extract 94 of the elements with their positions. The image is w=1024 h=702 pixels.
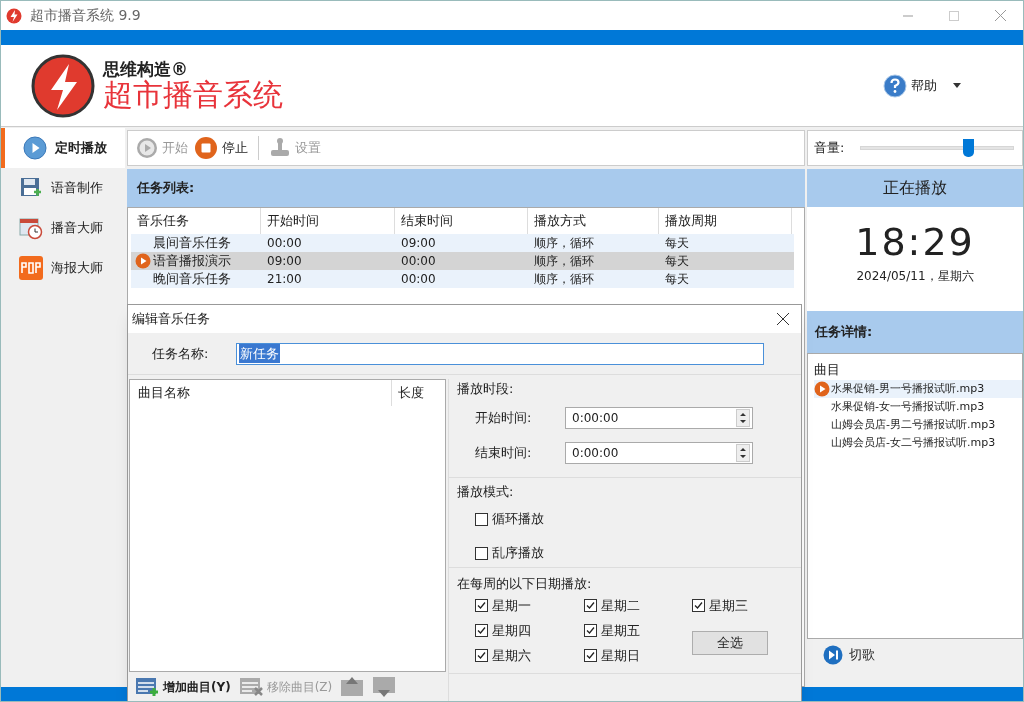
table-cell-text: 顺序，循环 <box>533 235 595 252</box>
pop-badge-icon <box>19 256 43 280</box>
task-details-header: 任务详情: <box>807 311 1023 353</box>
table-cell-text: 顺序，循环 <box>533 253 595 270</box>
calendar-clock-icon <box>19 216 43 240</box>
play-circle-icon <box>136 137 158 159</box>
slider-thumb[interactable] <box>963 139 975 157</box>
table-cell-text: 晨间音乐任务 <box>152 234 232 253</box>
table-cell-text: 00:00 <box>400 253 437 270</box>
spinner-arrows-icon <box>736 408 750 427</box>
now-playing-header: 正在播放 <box>807 169 1023 207</box>
volume-label: 音量: <box>814 139 845 158</box>
checkbox[interactable] <box>692 599 706 612</box>
checkbox-label: 乱序播放 <box>492 544 544 563</box>
task-list-header: 任务列表: <box>127 169 805 207</box>
checkbox-label: 星期一 <box>492 596 531 615</box>
brand-name: 思维构造® <box>103 61 189 78</box>
field-label: 结束时间: <box>475 443 533 462</box>
table-cell-text: 每天 <box>664 253 690 270</box>
window-title: 超市播音系统 9.9 <box>30 6 141 25</box>
table-cell-text: 每天 <box>664 271 690 288</box>
select-all-button[interactable]: 全选 <box>692 631 769 655</box>
checkbox[interactable] <box>583 624 597 637</box>
close-button[interactable] <box>775 311 791 327</box>
skip-icon <box>823 645 843 665</box>
play-circle-icon <box>23 136 47 160</box>
column-header: 曲目名称 <box>130 380 392 406</box>
table-cell-text: 顺序，循环 <box>533 271 595 288</box>
task-row[interactable]: 晨间音乐任务 00:00 09:00 顺序，循环 每天 <box>131 234 794 252</box>
app-logo-icon <box>6 7 22 24</box>
clock-time: 18:29 <box>855 223 975 261</box>
maximize-icon <box>949 10 959 21</box>
table-cell: 语音播报演示 <box>131 251 261 271</box>
checkbox-label: 星期五 <box>600 621 640 640</box>
close-icon <box>994 10 1006 21</box>
list-remove-icon <box>238 677 265 698</box>
close-icon <box>777 313 789 325</box>
checkbox[interactable] <box>475 624 488 637</box>
move-up-icon <box>340 676 365 699</box>
section-title: 播放时段: <box>457 380 515 398</box>
table-cell-text: 00:00 <box>400 271 437 288</box>
checkbox-label: 星期三 <box>709 596 749 615</box>
column-header: 长度 <box>397 384 424 403</box>
table-cell-text: 每天 <box>664 235 690 252</box>
table-cell-text: 09:00 <box>400 235 437 252</box>
song-row[interactable]: 水果促销-男一号播报试听.mp3 <box>814 380 1022 398</box>
section-title: 在每周的以下日期播放: <box>457 575 593 593</box>
clock-date: 2024/05/11，星期六 <box>856 268 974 285</box>
task-name-field[interactable]: 新任务 <box>236 342 764 365</box>
sidebar-item[interactable]: 海报大师 <box>1 248 125 288</box>
lightning-logo-icon <box>31 53 95 118</box>
song-row[interactable]: 山姆会员店-男二号播报试听.mp3 <box>814 416 1022 434</box>
volume-slider[interactable] <box>860 139 1015 157</box>
move-down-icon <box>372 676 397 699</box>
list-add-icon <box>135 677 161 698</box>
table-cell-text: 21:00 <box>266 271 303 288</box>
checkbox[interactable] <box>583 649 597 662</box>
checkbox[interactable] <box>475 599 488 612</box>
checkbox-label: 星期四 <box>492 621 531 640</box>
help-menu[interactable]: 帮助 <box>883 73 961 98</box>
checkbox[interactable] <box>475 546 488 560</box>
task-row[interactable]: 语音播报演示 09:00 00:00 顺序，循环 每天 <box>131 252 794 270</box>
add-track-button[interactable]: 增加曲目(Y) <box>135 677 235 698</box>
stop-circle-icon <box>194 136 218 160</box>
task-row[interactable]: 晚间音乐任务 21:00 00:00 顺序，循环 每天 <box>131 270 794 288</box>
joystick-icon <box>269 137 291 159</box>
checkbox-label: 星期二 <box>600 596 640 615</box>
song-row[interactable]: 山姆会员店-女二号播报试听.mp3 <box>814 434 1022 452</box>
table-cell-text: 09:00 <box>266 253 303 270</box>
table-cell-text: 晚间音乐任务 <box>152 270 232 289</box>
stop-button[interactable]: 停止 <box>192 136 250 160</box>
checkbox-label: 星期日 <box>600 646 640 665</box>
table-cell-text: 00:00 <box>266 235 303 252</box>
field-label: 开始时间: <box>475 408 533 427</box>
time-spin-field[interactable]: 0:00:00 <box>565 441 753 464</box>
caret-icon <box>953 83 961 88</box>
checkbox[interactable] <box>475 512 488 526</box>
sidebar-item[interactable]: 语音制作 <box>1 168 125 208</box>
checkbox[interactable] <box>583 599 597 612</box>
sidebar-item[interactable]: 定时播放 <box>1 128 125 168</box>
spinner-arrows-icon <box>736 443 750 462</box>
checkbox[interactable] <box>475 649 488 662</box>
play-icon <box>814 381 830 397</box>
field-label: 任务名称: <box>152 344 210 363</box>
play-icon <box>135 253 151 269</box>
checkbox-label: 星期六 <box>492 646 531 665</box>
section-title: 播放模式: <box>457 483 515 501</box>
dialog-title: 编辑音乐任务 <box>132 310 210 329</box>
time-spin-field[interactable]: 0:00:00 <box>565 406 753 429</box>
help-icon <box>883 73 907 98</box>
sidebar-item[interactable]: 播音大师 <box>1 208 125 248</box>
song-row[interactable]: 水果促销-女一号播报试听.mp3 <box>814 398 1022 416</box>
column-header: 曲目 <box>814 361 841 379</box>
checkbox-label: 循环播放 <box>492 510 544 529</box>
